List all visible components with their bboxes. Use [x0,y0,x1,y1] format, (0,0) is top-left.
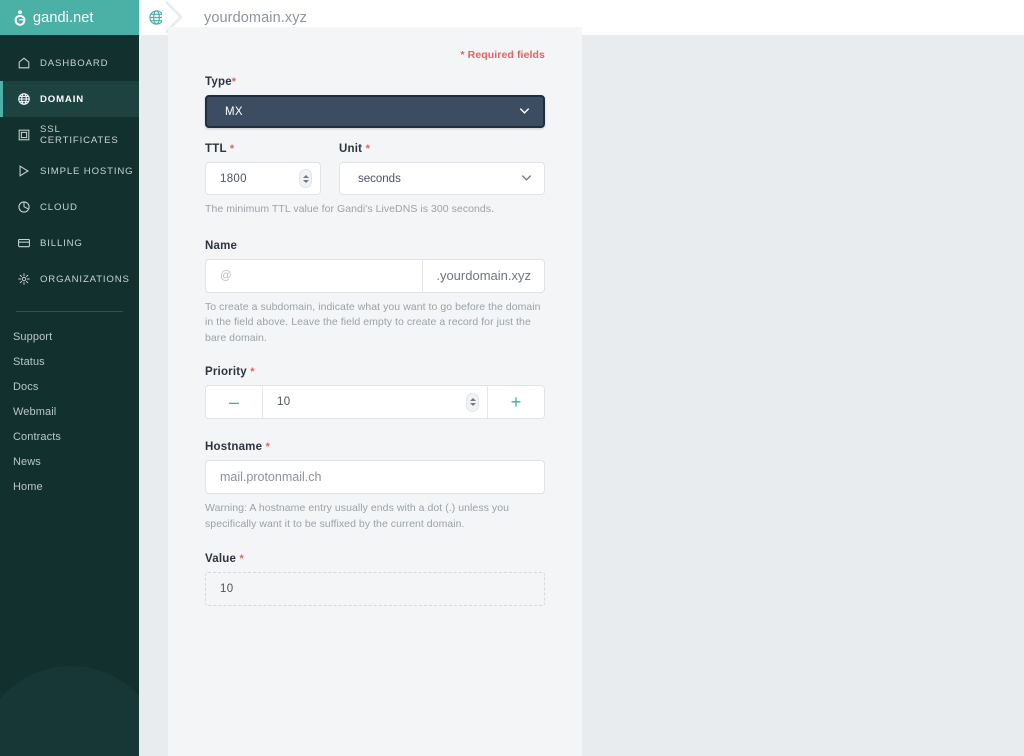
play-triangle-icon [16,164,31,179]
label-unit: Unit * [339,143,545,155]
label-priority: Priority * [205,366,545,378]
value-readonly-field: 10 [205,572,545,607]
hostname-helper-text: Warning: A hostname entry usually ends w… [205,502,509,530]
spinner-up-down-icon[interactable] [299,169,312,188]
app-root: gandi.net DASHBOARD DOMAIN SSL CERTIFICA… [0,0,1024,756]
field-hostname: Hostname * mail.protonmail.ch Warning: A… [205,441,545,532]
required-star: * [231,76,237,88]
sidebar-divider [16,311,123,312]
primary-nav: DASHBOARD DOMAIN SSL CERTIFICATES SIMPLE… [0,35,139,297]
dns-record-form-card: * Required fields Type* MX TTL * 1800 Un… [168,27,582,756]
label-type: Type* [205,76,545,88]
ttl-input[interactable]: 1800 [205,162,321,195]
ttl-input-value: 1800 [220,172,247,185]
sidebar-link-contracts[interactable]: Contracts [0,424,139,449]
sidebar-link-support[interactable]: Support [0,324,139,349]
breadcrumb: yourdomain.xyz [204,9,307,26]
sidebar-item-dashboard[interactable]: DASHBOARD [0,45,139,81]
sidebar-item-label: DASHBOARD [40,57,109,69]
label-priority-text: Priority [205,366,247,379]
required-star: * [229,143,235,155]
sidebar-link-status[interactable]: Status [0,349,139,374]
sidebar-item-label: CLOUD [40,201,78,213]
secondary-nav: Support Status Docs Webmail Contracts Ne… [0,322,139,499]
field-type: Type* MX [205,76,545,128]
sidebar-decorative-arc [0,666,139,756]
sidebar: gandi.net DASHBOARD DOMAIN SSL CERTIFICA… [0,0,139,756]
home-icon [16,56,31,71]
label-name: Name [205,239,238,252]
priority-input[interactable]: 10 [263,386,487,418]
name-domain-suffix: .yourdomain.xyz [423,259,544,292]
sidebar-link-news[interactable]: News [0,449,139,474]
ttl-helper-text: The minimum TTL value for Gandi's LiveDN… [205,203,495,215]
brand-logo[interactable]: gandi.net [0,0,139,35]
sidebar-item-label: ORGANIZATIONS [40,273,130,285]
sidebar-item-label: BILLING [40,237,83,249]
label-unit-text: Unit [339,143,363,155]
sidebar-link-docs[interactable]: Docs [0,374,139,399]
field-priority: Priority * – 10 + [205,366,545,420]
chevron-down-icon [519,170,534,188]
field-value: Value * 10 [205,553,545,607]
field-unit: Unit * seconds [339,143,545,195]
sidebar-item-label: SSL CERTIFICATES [40,124,119,146]
sidebar-item-cloud[interactable]: CLOUD [0,189,139,225]
required-star: * [239,553,244,566]
unit-select-value: seconds [358,172,401,185]
name-input[interactable]: @ [206,259,424,292]
chevron-down-icon [517,103,532,121]
certificate-icon [16,128,31,143]
type-select-value: MX [225,105,243,118]
label-ttl: TTL * [205,143,321,155]
label-value-text: Value [205,553,237,566]
priority-increment-button[interactable]: + [487,386,544,419]
required-star: * [365,143,371,155]
name-input-group: @ .yourdomain.xyz [205,258,545,293]
priority-input-value: 10 [277,396,291,409]
label-ttl-text: TTL [205,143,227,155]
sidebar-item-domain[interactable]: DOMAIN [0,81,139,117]
type-select[interactable]: MX [205,95,545,128]
sidebar-link-webmail[interactable]: Webmail [0,399,139,424]
label-hostname-text: Hostname [205,441,263,454]
sidebar-link-home[interactable]: Home [0,474,139,499]
sidebar-item-label: DOMAIN [40,93,85,105]
credit-card-icon [16,236,31,251]
organizations-icon [16,272,31,287]
main-content: yourdomain.xyz * Required fields Type* M… [139,0,1024,756]
required-star: * [250,366,255,379]
ttl-unit-row: TTL * 1800 Unit * seconds [205,143,545,195]
sidebar-item-label: SIMPLE HOSTING [40,165,134,177]
name-helper-text: To create a subdomain, indicate what you… [205,300,541,344]
globe-icon [16,92,31,107]
brand-name: gandi.net [33,9,94,26]
required-fields-note: * Required fields [460,49,545,61]
label-value: Value * [205,553,545,565]
priority-stepper: – 10 + [205,385,545,420]
cloud-icon [16,200,31,215]
sidebar-item-ssl-certificates[interactable]: SSL CERTIFICATES [0,117,139,153]
gandi-mark-icon [13,9,27,27]
field-name: Name @ .yourdomain.xyz To create a subdo… [205,240,545,347]
label-hostname: Hostname * [205,441,545,453]
hostname-input[interactable]: mail.protonmail.ch [205,460,545,495]
spinner-up-down-icon[interactable] [466,392,479,412]
field-ttl: TTL * 1800 [205,143,321,195]
sidebar-item-billing[interactable]: BILLING [0,225,139,261]
sidebar-item-organizations[interactable]: ORGANIZATIONS [0,261,139,297]
label-type-text: Type [205,76,232,88]
required-star: * [265,441,271,454]
sidebar-item-simple-hosting[interactable]: SIMPLE HOSTING [0,153,139,189]
unit-select[interactable]: seconds [339,162,545,195]
priority-decrement-button[interactable]: – [206,386,263,419]
